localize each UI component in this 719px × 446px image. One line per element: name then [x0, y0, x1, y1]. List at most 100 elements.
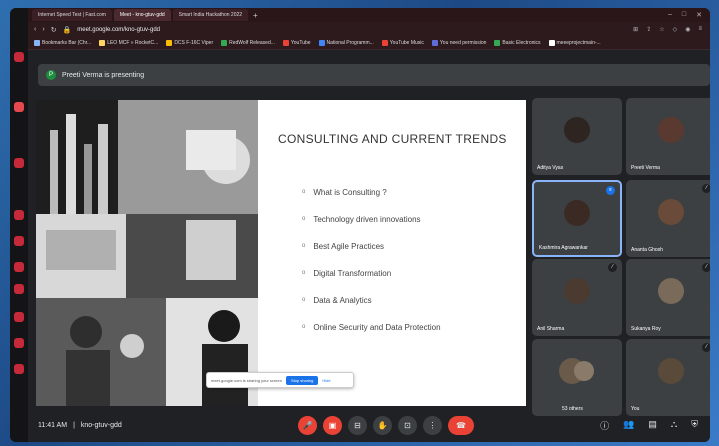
self-avatar	[658, 358, 684, 385]
bullet-text: Data & Analytics	[313, 296, 372, 305]
dock-icon[interactable]	[14, 284, 24, 294]
raise-hand-icon[interactable]: ✋	[373, 416, 392, 435]
bullet-icon: o	[302, 297, 306, 303]
bookmark-icon	[99, 40, 106, 46]
captions-icon[interactable]: ⊟	[348, 416, 367, 435]
bookmark-item[interactable]: You need permission	[431, 40, 486, 46]
bullet-item: o Technology driven innovations	[302, 215, 441, 242]
toolbar-icons: ⊞ ⇪ ☆ ◇ ◉ ≡	[633, 26, 710, 33]
bullet-text: Digital Transformation	[313, 269, 392, 278]
forward-icon[interactable]: ›	[42, 26, 44, 33]
info-icon[interactable]: ⓘ	[600, 419, 609, 432]
bookmarks-bar: Bookmarks Bar (Chr... LEO MCF » RocketC..…	[28, 37, 710, 50]
mic-toggle-icon[interactable]: 🎤	[298, 416, 317, 435]
activities-icon[interactable]: ⛬	[671, 419, 677, 432]
minimize-icon[interactable]: –	[668, 11, 672, 19]
bookmark-icon	[381, 40, 388, 46]
extension-icon[interactable]: ⊞	[633, 26, 638, 33]
participant-tile[interactable]: ≡ Kashmira Agrawankar	[532, 180, 622, 257]
bullet-text: What is Consulting ?	[313, 188, 387, 197]
camera-toggle-icon[interactable]: ▣	[323, 416, 342, 435]
tab-strip: Internet Speed Test | Fast.com Meet - kn…	[28, 8, 710, 22]
bookmark-icon	[431, 40, 438, 46]
participant-avatar	[574, 361, 595, 382]
participant-tile[interactable]: ⁄ Ananta Ghosh	[626, 180, 710, 257]
bookmark-icon	[318, 40, 325, 46]
participant-name: Kashmira Agrawankar	[539, 245, 588, 251]
reload-icon[interactable]: ↻	[51, 26, 57, 34]
tab-meet[interactable]: Meet - kno-gtuv-gdd	[113, 9, 171, 21]
divider: |	[73, 421, 75, 429]
bookmark-icon	[548, 40, 555, 46]
bullet-item: o Data & Analytics	[302, 296, 441, 323]
chat-icon[interactable]: ▤	[648, 419, 657, 432]
address-bar: ‹ › ↻ 🔒 meet.google.com/kno-gtuv-gdd ⊞ ⇪…	[28, 22, 710, 37]
close-icon[interactable]: ✕	[696, 11, 702, 19]
participant-tile[interactable]: ⁄ Sukanya Roy	[626, 259, 710, 336]
end-call-icon[interactable]: ☎	[448, 416, 474, 435]
bookmark-label: YouTube	[290, 40, 311, 46]
tab-speed-test[interactable]: Internet Speed Test | Fast.com	[32, 9, 112, 21]
bullet-item: o Online Security and Data Protection	[302, 323, 441, 350]
bullet-item: o Best Agile Practices	[302, 242, 441, 269]
participant-tile[interactable]: Preeti Verma	[626, 98, 710, 175]
stop-sharing-button[interactable]: Stop sharing	[285, 375, 319, 385]
self-tile[interactable]: ⁄ You	[626, 339, 710, 416]
bookmark-item[interactable]: RedWolf Released...	[221, 40, 275, 46]
bookmark-icon	[221, 40, 228, 46]
dock-icon[interactable]	[14, 364, 24, 374]
profile-icon[interactable]: ◉	[685, 26, 690, 33]
bookmark-item[interactable]: YouTube	[282, 40, 311, 46]
dock-icon[interactable]	[14, 338, 24, 348]
people-icon[interactable]: 👥	[623, 419, 634, 432]
presenter-avatar: P	[46, 70, 56, 80]
dock-icon[interactable]	[14, 236, 24, 246]
host-controls-icon[interactable]: ⛨	[691, 419, 698, 432]
screen-frame: Internet Speed Test | Fast.com Meet - kn…	[0, 0, 719, 446]
bullet-icon: o	[302, 216, 306, 222]
meet-area: P Preeti Verma is presenting CONSULTING …	[28, 50, 710, 442]
bookmark-label: RedWolf Released...	[229, 40, 275, 46]
bookmark-item[interactable]: Basic Electronics	[494, 40, 541, 46]
bookmark-item[interactable]: YouTube Music	[381, 40, 424, 46]
dock-icon[interactable]	[14, 262, 24, 272]
bullet-text: Technology driven innovations	[313, 215, 421, 224]
more-options-icon[interactable]: ⋮	[423, 416, 442, 435]
bookmark-item[interactable]: National Programm...	[318, 40, 374, 46]
dock-icon[interactable]	[14, 210, 24, 220]
dock-icon[interactable]	[14, 102, 24, 112]
lock-icon[interactable]: 🔒	[63, 26, 72, 34]
slide-content: CONSULTING AND CURRENT TRENDS o What is C…	[258, 100, 526, 406]
bullet-icon: o	[302, 324, 306, 330]
extensions-icon[interactable]: ◇	[673, 26, 678, 33]
bookmark-item[interactable]: Bookmarks Bar (Chr...	[34, 40, 91, 46]
present-icon[interactable]: ⊡	[398, 416, 417, 435]
menu-icon[interactable]: ≡	[698, 26, 702, 33]
participant-video	[658, 199, 684, 226]
bookmark-item[interactable]: DCS F-16C Viper	[166, 40, 213, 46]
maximize-icon[interactable]: □	[682, 11, 686, 19]
others-tile[interactable]: 53 others	[532, 339, 622, 416]
url-field[interactable]: meet.google.com/kno-gtuv-gdd	[77, 27, 160, 33]
bookmark-icon	[34, 40, 40, 46]
bookmark-item[interactable]: meeeprojectmain-...	[548, 40, 601, 46]
bullet-text: Online Security and Data Protection	[313, 323, 441, 332]
bullet-icon: o	[302, 270, 306, 276]
bookmark-item[interactable]: LEO MCF » RocketC...	[99, 40, 158, 46]
participant-tile[interactable]: Aditya Vyas	[532, 98, 622, 175]
dock-icon[interactable]	[14, 312, 24, 322]
back-icon[interactable]: ‹	[34, 26, 36, 33]
tab-hackathon[interactable]: Smart India Hackathon 2022	[172, 9, 249, 21]
sharing-text: meet.google.com is sharing your screen	[211, 377, 282, 383]
dock-icon[interactable]	[14, 52, 24, 62]
new-tab-icon[interactable]: +	[253, 11, 258, 20]
participant-tile[interactable]: ⁄ Anil Sharma	[532, 259, 622, 336]
share-icon[interactable]: ⇪	[646, 26, 651, 33]
dock-icon[interactable]	[14, 158, 24, 168]
bookmark-label: YouTube Music	[389, 40, 424, 46]
bookmark-icon	[166, 40, 173, 46]
participant-video	[564, 278, 590, 305]
clock: 11:41 AM	[38, 421, 68, 429]
bookmark-star-icon[interactable]: ☆	[659, 26, 664, 33]
hide-button[interactable]: Hide	[322, 378, 330, 383]
